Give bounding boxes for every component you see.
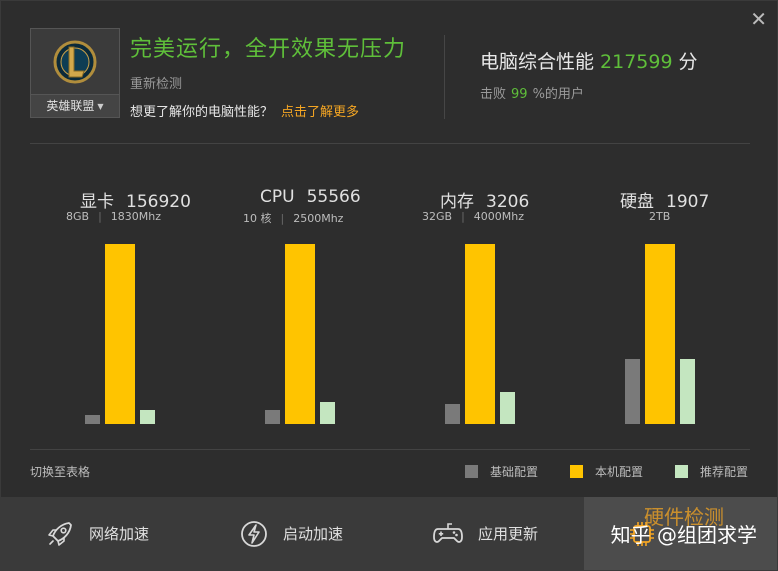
- cpu-score: 55566: [306, 187, 361, 207]
- cpu-spec: 10 核 | 2500Mhz: [243, 210, 343, 226]
- bar-base-1: [85, 415, 100, 424]
- lightning-icon: [241, 520, 267, 547]
- bar-current-3: [465, 244, 495, 424]
- cpu-spec-clock: 2500Mhz: [293, 212, 344, 225]
- game-selector[interactable]: 英雄联盟 ▼: [30, 28, 120, 118]
- gpu-name: 显卡: [80, 192, 114, 212]
- ram-score: 3206: [486, 192, 530, 212]
- gpu-spec-clock: 1830Mhz: [110, 210, 162, 223]
- ram-spec-clock: 4000Mhz: [473, 210, 525, 223]
- game-dropdown[interactable]: 英雄联盟 ▼: [31, 94, 119, 117]
- header-divider: [444, 35, 445, 119]
- disk-label: 硬盘 1907: [620, 187, 709, 212]
- tab-startup-boost[interactable]: 启动加速: [239, 497, 343, 570]
- disk-spec: 2TB: [649, 210, 670, 223]
- bar-base-2: [265, 410, 280, 424]
- close-icon[interactable]: ✕: [750, 9, 767, 29]
- disk-score: 1907: [666, 192, 710, 212]
- recheck-link[interactable]: 重新检测: [130, 73, 182, 92]
- ram-name: 内存: [440, 192, 474, 212]
- legend-swatch-base: [465, 465, 478, 478]
- ram-label: 内存 3206: [440, 187, 529, 212]
- tab-network-boost[interactable]: 网络加速: [45, 497, 149, 570]
- status-headline: 完美运行，全开效果无压力: [130, 37, 407, 62]
- legend-label-current: 本机配置: [595, 465, 644, 479]
- learn-more-row: 想更了解你的电脑性能？ 点击了解更多: [130, 101, 359, 120]
- gpu-score: 156920: [126, 192, 191, 212]
- bar-recommended-1: [140, 410, 155, 424]
- bar-recommended-2: [320, 402, 335, 424]
- beat-prefix: 击败: [480, 87, 507, 102]
- bar-base-4: [625, 359, 640, 424]
- gpu-spec-memory: 8GB: [66, 210, 90, 223]
- league-logo-icon: [53, 40, 97, 84]
- rocket-icon: [48, 521, 72, 546]
- bar-current-4: [645, 244, 675, 424]
- spec-separator: |: [461, 210, 465, 223]
- tab-app-update-label: 应用更新: [478, 525, 539, 543]
- gpu-spec: 8GB | 1830Mhz: [66, 210, 161, 223]
- bar-current-2: [285, 244, 315, 424]
- learn-more-question: 想更了解你的电脑性能？: [130, 105, 274, 120]
- game-name-label: 英雄联盟: [46, 99, 95, 113]
- score-label: 电脑综合性能: [480, 51, 595, 73]
- ram-spec-size: 32GB: [422, 210, 453, 223]
- overall-score: 电脑综合性能 217599 分: [480, 47, 698, 74]
- section-divider: [30, 143, 750, 144]
- cpu-name: CPU: [260, 187, 295, 207]
- bar-base-3: [445, 404, 460, 424]
- tab-startup-boost-label: 启动加速: [283, 525, 344, 543]
- tab-network-boost-label: 网络加速: [89, 525, 150, 543]
- score-value: 217599: [600, 51, 673, 73]
- disk-name: 硬盘: [620, 192, 654, 212]
- cpu-label: CPU 55566: [260, 187, 361, 207]
- gpu-label: 显卡 156920: [80, 187, 191, 212]
- cpu-spec-cores: 10 核: [243, 212, 272, 225]
- bottom-tab-bar: 网络加速 启动加速 应用更新 硬件检测 知乎 @组团求学: [1, 497, 777, 570]
- beat-percentage: 击败 99 %的用户: [480, 83, 584, 102]
- score-unit: 分: [678, 51, 698, 73]
- legend-swatch-recommended: [675, 465, 688, 478]
- watermark-text: 知乎 @组团求学: [610, 523, 757, 547]
- bar-recommended-4: [680, 359, 695, 424]
- beat-suffix: %的用户: [532, 87, 584, 102]
- spec-separator: |: [98, 210, 102, 223]
- legend-base: 基础配置: [465, 463, 538, 480]
- switch-to-table-link[interactable]: 切换至表格: [30, 463, 90, 480]
- learn-more-link[interactable]: 点击了解更多: [281, 105, 359, 120]
- performance-window: ✕ 英雄联盟 ▼ 完美运行，全开效果无压力 重新检测 想更了解你的电脑性能？ 点击了…: [0, 0, 778, 571]
- tab-app-update[interactable]: 应用更新: [432, 497, 538, 570]
- caret-down-icon: ▼: [97, 102, 104, 111]
- chart-baseline: [30, 449, 750, 450]
- beat-value: 99: [511, 87, 528, 102]
- bar-current-1: [105, 244, 135, 424]
- legend-current: 本机配置: [570, 463, 643, 480]
- legend-recommended: 推荐配置: [675, 463, 748, 480]
- spec-separator: |: [280, 212, 285, 225]
- bar-recommended-3: [500, 392, 515, 424]
- legend-label-recommended: 推荐配置: [700, 465, 749, 479]
- legend-swatch-current: [570, 465, 583, 478]
- legend-label-base: 基础配置: [490, 465, 539, 479]
- disk-spec-size: 2TB: [649, 210, 671, 223]
- tab-hardware-check[interactable]: 硬件检测 知乎 @组团求学: [584, 497, 777, 570]
- ram-spec: 32GB | 4000Mhz: [422, 210, 524, 223]
- gamepad-icon: [433, 522, 463, 543]
